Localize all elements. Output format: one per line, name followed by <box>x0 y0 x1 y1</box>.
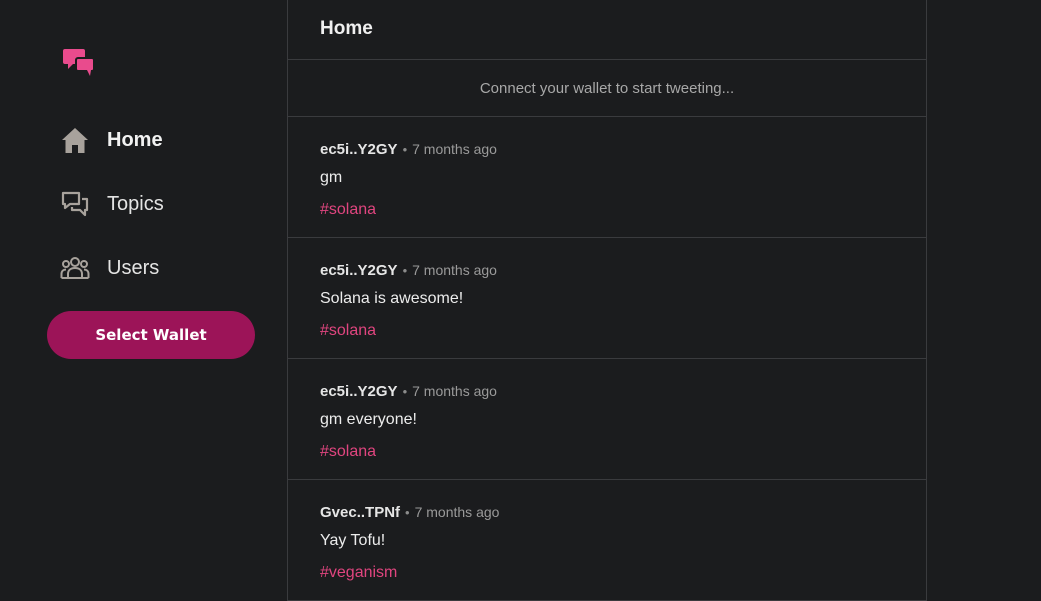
tweet-meta: Gvec..TPNf • 7 months ago <box>320 504 499 521</box>
tweet-separator: • <box>402 263 408 278</box>
tweet-separator: • <box>402 384 408 399</box>
tweet-item: ec5i..Y2GY • 7 months ago gm #solana <box>288 117 926 238</box>
sidebar-item-home[interactable]: Home <box>60 122 163 158</box>
topics-icon <box>60 189 90 219</box>
tweet-tag-link[interactable]: #solana <box>320 201 376 219</box>
tweet-time[interactable]: 7 months ago <box>412 262 497 278</box>
tweet-author[interactable]: Gvec..TPNf <box>320 504 400 521</box>
tweet-time[interactable]: 7 months ago <box>412 141 497 157</box>
tweet-meta: ec5i..Y2GY • 7 months ago <box>320 262 497 279</box>
tweet-content: gm everyone! <box>320 411 417 428</box>
connect-wallet-prompt: Connect your wallet to start tweeting... <box>288 60 926 117</box>
page-header: Home <box>288 0 926 60</box>
tweet-separator: • <box>402 142 408 157</box>
tweet-author[interactable]: ec5i..Y2GY <box>320 262 398 279</box>
chat-bubbles-icon[interactable] <box>61 47 97 81</box>
sidebar-item-label: Topics <box>107 192 164 215</box>
tweet-meta: ec5i..Y2GY • 7 months ago <box>320 383 497 400</box>
main-feed: Home Connect your wallet to start tweeti… <box>287 0 927 601</box>
tweet-item: ec5i..Y2GY • 7 months ago Solana is awes… <box>288 238 926 359</box>
connect-wallet-text: Connect your wallet to start tweeting... <box>479 79 735 97</box>
tweet-time[interactable]: 7 months ago <box>415 504 500 520</box>
tweet-author[interactable]: ec5i..Y2GY <box>320 383 398 400</box>
tweet-content: gm <box>320 169 343 186</box>
sidebar: Home Topics Users Select Wallet <box>0 0 287 601</box>
tweet-tag-link[interactable]: #solana <box>320 322 376 340</box>
home-icon <box>60 125 90 155</box>
sidebar-item-users[interactable]: Users <box>60 250 159 286</box>
tweet-content: Yay Tofu! <box>320 532 386 549</box>
page-title: Home <box>320 18 373 39</box>
tweet-time[interactable]: 7 months ago <box>412 383 497 399</box>
select-wallet-button[interactable]: Select Wallet <box>47 311 255 359</box>
tweet-author[interactable]: ec5i..Y2GY <box>320 141 398 158</box>
users-icon <box>60 253 90 283</box>
tweet-meta: ec5i..Y2GY • 7 months ago <box>320 141 497 158</box>
tweet-tag-link[interactable]: #solana <box>320 443 376 461</box>
tweet-separator: • <box>405 505 410 520</box>
tweet-content: Solana is awesome! <box>320 290 464 307</box>
tweet-item: ec5i..Y2GY • 7 months ago gm everyone! #… <box>288 359 926 480</box>
tweet-tag-link[interactable]: #veganism <box>320 564 397 582</box>
sidebar-item-label: Home <box>107 128 163 151</box>
sidebar-item-topics[interactable]: Topics <box>60 186 164 222</box>
sidebar-item-label: Users <box>107 256 160 279</box>
tweet-item: Gvec..TPNf • 7 months ago Yay Tofu! #veg… <box>288 480 926 601</box>
